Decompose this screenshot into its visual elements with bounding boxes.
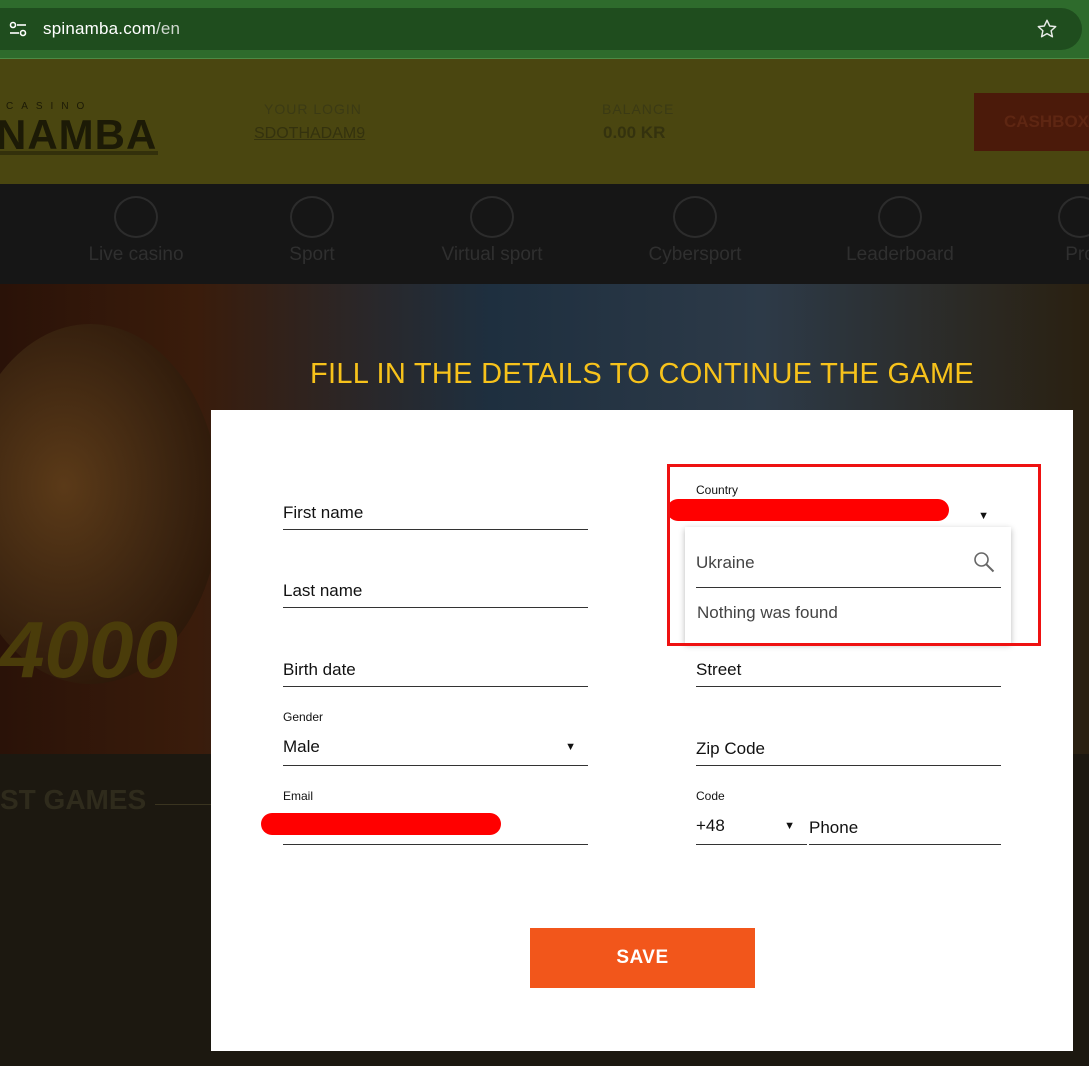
logo-underline bbox=[0, 151, 158, 155]
first-name-placeholder: First name bbox=[283, 503, 364, 522]
modal-title: FILL IN THE DETAILS TO CONTINUE THE GAME bbox=[309, 358, 975, 390]
url-text[interactable]: spinamba.com/en bbox=[43, 19, 180, 39]
email-redaction bbox=[261, 813, 501, 835]
promo-icon bbox=[1058, 196, 1089, 238]
street-field[interactable]: Street bbox=[696, 647, 1001, 687]
address-bar[interactable]: spinamba.com/en bbox=[0, 8, 1082, 50]
email-label: Email bbox=[283, 789, 314, 803]
nav-label: Leaderboard bbox=[846, 244, 954, 265]
balance-value: 0.00 KR bbox=[603, 123, 666, 142]
gender-value: Male bbox=[283, 737, 320, 756]
bookmark-star-icon[interactable] bbox=[1036, 18, 1058, 40]
last-name-placeholder: Last name bbox=[283, 581, 363, 600]
nav-label: Cybersport bbox=[648, 244, 742, 265]
country-highlight-box bbox=[667, 464, 1041, 646]
balance-label: BALANCE bbox=[602, 101, 675, 117]
save-button[interactable]: SAVE bbox=[530, 928, 755, 988]
section-divider bbox=[155, 804, 215, 805]
nav-label: Sport bbox=[289, 244, 335, 265]
chevron-down-icon: ▼ bbox=[784, 820, 795, 832]
banner-number: 4000 bbox=[0, 605, 178, 694]
site-header: CASINO NAMBA YOUR LOGIN SDOTHADAM9 BALAN… bbox=[0, 59, 1089, 184]
birth-date-field[interactable]: Birth date bbox=[283, 647, 588, 687]
nav-sport: Sport bbox=[262, 196, 362, 266]
login-label: YOUR LOGIN bbox=[264, 101, 362, 117]
phone-field[interactable]: Phone bbox=[809, 805, 1001, 845]
nav-label: Live casino bbox=[88, 244, 184, 265]
cashbox-button: CASHBOX bbox=[974, 93, 1089, 151]
first-name-field[interactable]: First name bbox=[283, 490, 588, 530]
gender-select[interactable]: Gender Male ▼ bbox=[283, 710, 588, 766]
login-value: SDOTHADAM9 bbox=[254, 125, 366, 142]
url-host: spinamba.com bbox=[43, 19, 156, 38]
site-info-icon[interactable] bbox=[9, 21, 27, 37]
phone-placeholder: Phone bbox=[809, 818, 859, 837]
street-placeholder: Street bbox=[696, 660, 742, 679]
zip-code-placeholder: Zip Code bbox=[696, 739, 765, 758]
nav-label: Virtual sport bbox=[441, 244, 543, 265]
chevron-down-icon: ▼ bbox=[565, 741, 576, 753]
trophy-icon bbox=[290, 196, 334, 238]
nav-label: Pro bbox=[1065, 244, 1089, 265]
code-label: Code bbox=[696, 789, 725, 803]
birth-date-placeholder: Birth date bbox=[283, 660, 356, 679]
phone-code-select[interactable]: Code +48 ▼ bbox=[696, 789, 807, 845]
globe-gamepad-icon bbox=[673, 196, 717, 238]
games-section-title: ST GAMES bbox=[0, 784, 147, 815]
nav-promo: Pro bbox=[1050, 196, 1089, 266]
nav-live-casino: Live casino bbox=[86, 196, 186, 266]
site-nav: Live casino Sport Virtual sport Cyberspo… bbox=[0, 184, 1089, 284]
details-modal: First name Last name Birth date Gender M… bbox=[211, 410, 1073, 1051]
horse-icon bbox=[470, 196, 514, 238]
nav-virtual-sport: Virtual sport bbox=[432, 196, 552, 266]
code-value: +48 bbox=[696, 816, 725, 835]
nav-cybersport: Cybersport bbox=[640, 196, 750, 266]
browser-toolbar: spinamba.com/en bbox=[0, 0, 1089, 59]
url-path: /en bbox=[155, 19, 181, 38]
last-name-field[interactable]: Last name bbox=[283, 568, 588, 608]
leaderboard-badge-icon bbox=[878, 196, 922, 238]
webcam-icon bbox=[114, 196, 158, 238]
gender-label: Gender bbox=[283, 710, 324, 724]
zip-code-field[interactable]: Zip Code bbox=[696, 726, 1001, 766]
nav-leaderboard: Leaderboard bbox=[840, 196, 960, 266]
